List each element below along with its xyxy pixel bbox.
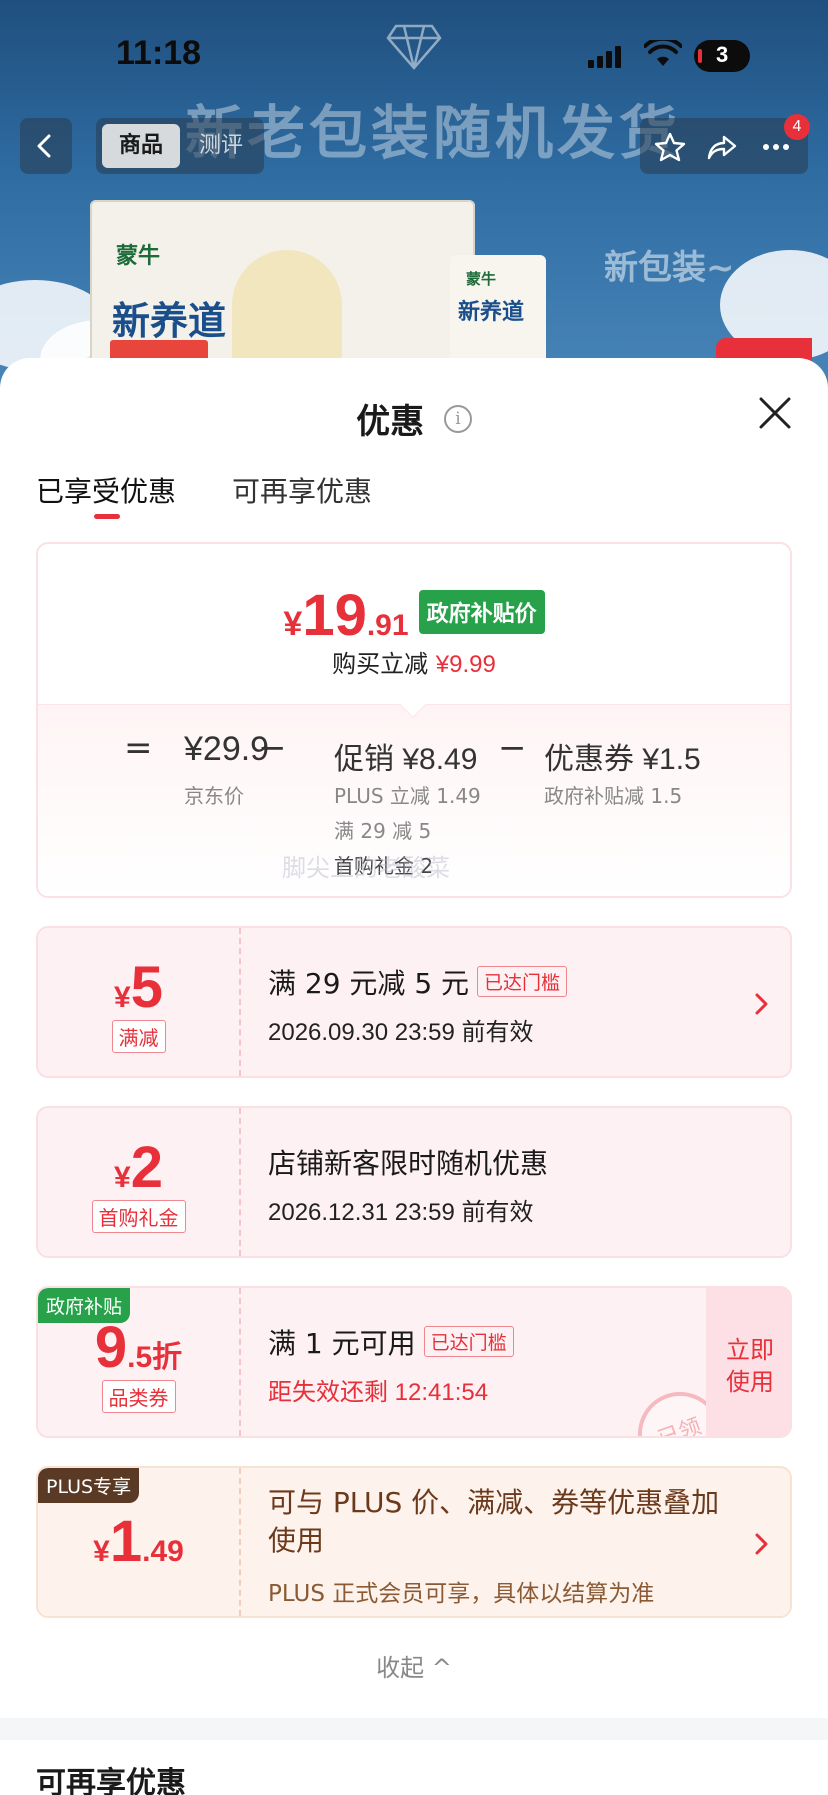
product-hero-background: 新老包装随机发货 新包装~ 蒙牛 新养道 蒙牛 新养道 11:18 3 商品 测… [0, 0, 828, 400]
coupon-currency: ¥ [114, 981, 131, 1014]
coupon-expiry: 2026.09.30 23:59 前有效 [268, 1019, 534, 1046]
more-discounts-section-title: 可再享优惠 [36, 1766, 186, 1795]
info-icon[interactable]: i [443, 404, 472, 433]
coupon-currency: ¥ [93, 1535, 110, 1568]
final-price: ¥19.91 政府补贴价 [38, 582, 790, 649]
coupon-discount-number: 9 [94, 1315, 128, 1380]
chevron-right-icon[interactable] [752, 1530, 772, 1558]
coupon-currency: ¥ [114, 1161, 131, 1194]
coupon-type: 满减 [38, 1020, 239, 1053]
threshold-met-badge: 已达门槛 [423, 1326, 514, 1357]
coupon-value: ¥2 [38, 1134, 239, 1201]
chevron-left-icon [37, 134, 51, 158]
minus-sign: − [498, 728, 527, 768]
tab-review[interactable]: 测评 [188, 124, 254, 168]
coupon-expiry: 2026.12.31 23:59 前有效 [268, 1199, 534, 1226]
price-currency: ¥ [283, 605, 303, 643]
coupon-type-label: 首购礼金 [91, 1200, 186, 1233]
instant-discount-amount: ¥9.99 [435, 651, 496, 678]
close-icon[interactable] [758, 396, 792, 430]
coupon-value: ¥5 [38, 954, 239, 1021]
coupon-title: 满 29 元减 5 元已达门槛 [268, 962, 568, 1002]
price-integer: 19 [302, 583, 367, 648]
coupon-type: 首购礼金 [38, 1200, 239, 1233]
threshold-met-badge: 已达门槛 [477, 966, 568, 997]
collapse-button[interactable]: 收起 ^ [0, 1648, 828, 1683]
battery-percent: 3 [716, 42, 729, 67]
star-favorite-icon[interactable] [654, 131, 686, 163]
more-badge: 4 [784, 114, 810, 140]
coupon-discount-decimal: .5折 [127, 1341, 183, 1374]
active-tab-indicator [94, 514, 120, 519]
coupon-card-category-discount[interactable]: 政府补贴 9.5折 品类券 满 1 元可用 已达门槛 距失效还剩 12:41:54… [36, 1286, 792, 1438]
coupon-type-label: 满减 [111, 1020, 166, 1053]
discount-sheet: 优惠 i 已享受优惠 可再享优惠 ¥19.91 政府补贴价 购买立减 ¥9.99 … [0, 358, 828, 1795]
coupon-title-text: 满 1 元可用 [268, 1327, 416, 1360]
coupon-type: 品类券 [38, 1380, 239, 1413]
gov-subsidy-badge: 政府补贴价 [418, 590, 545, 634]
wifi-icon [644, 40, 682, 66]
watermark-text: 脚尖上的老酸菜 [282, 854, 450, 882]
coupon-title: 满 1 元可用 已达门槛 [268, 1322, 514, 1362]
background-new-pack-label: 新包装~ [604, 248, 735, 288]
minus-sign: − [258, 728, 287, 768]
coupon-title-text: 店铺新客限时随机优惠 [268, 1147, 549, 1180]
coupon-amount: 1 [109, 1509, 143, 1574]
battery-level-bar [698, 49, 702, 63]
coupon-divider [239, 1288, 241, 1436]
instant-discount-label: 购买立减 [332, 650, 429, 678]
coupon-title-text: 满 29 元减 5 元 [268, 967, 470, 1000]
coupon-amount: 优惠券 ¥1.5 [544, 743, 701, 776]
nav-action-group: 4 [640, 114, 810, 174]
use-now-button[interactable]: 立即使用 [706, 1288, 790, 1436]
use-now-label: 立即使用 [726, 1336, 774, 1396]
equals-sign: = [124, 728, 153, 768]
signal-icon [588, 46, 621, 68]
plus-exclusive-corner-tag: PLUS专享 [38, 1468, 140, 1503]
promo-amount: 促销 ¥8.49 [334, 743, 478, 776]
plus-description: 可与 PLUS 价、满减、券等优惠叠加使用 [268, 1486, 720, 1557]
product-name-small: 新养道 [458, 300, 525, 325]
tab-product[interactable]: 商品 [102, 124, 180, 168]
coupon-decimal: .49 [142, 1535, 184, 1568]
coupon-value: 9.5折 [38, 1314, 239, 1381]
battery-indicator: 3 [694, 40, 750, 72]
tab-more-discounts[interactable]: 可再享优惠 [232, 470, 372, 510]
instant-discount: 购买立减 ¥9.99 [38, 644, 790, 679]
coupon-divider [239, 1468, 241, 1616]
tab-enjoyed-discounts[interactable]: 已享受优惠 [36, 470, 176, 510]
chevron-right-icon[interactable] [752, 990, 772, 1018]
price-summary-card: ¥19.91 政府补贴价 购买立减 ¥9.99 = ¥29.9 京东价 − 促销 … [36, 542, 792, 898]
sheet-header: 优惠 i [0, 394, 828, 443]
coupon-card-first-purchase-gift[interactable]: ¥2 首购礼金 店铺新客限时随机优惠 2026.12.31 23:59 前有效 [36, 1106, 792, 1258]
status-time: 11:18 [116, 34, 202, 72]
jd-price: ¥29.9 [184, 730, 270, 768]
share-icon[interactable] [706, 131, 738, 163]
coupon-card-plus[interactable]: PLUS专享 ¥1.49 可与 PLUS 价、满减、券等优惠叠加使用 PLUS … [36, 1466, 792, 1618]
jd-price-label: 京东价 [184, 784, 244, 808]
product-brand-small: 蒙牛 [466, 270, 497, 288]
back-button[interactable] [20, 118, 72, 174]
diamond-icon [386, 24, 442, 70]
coupon-value: ¥1.49 [38, 1508, 239, 1575]
coupon-divider [239, 928, 241, 1076]
coupon-type-label: 品类券 [101, 1380, 176, 1413]
promo-line-full-reduction: 满 29 减 5 [334, 819, 432, 843]
product-name: 新养道 [112, 299, 227, 343]
price-decimal: .91 [366, 609, 409, 642]
coupon-amount: 5 [130, 955, 163, 1020]
coupon-line-gov: 政府补贴减 1.5 [544, 784, 683, 808]
coupon-divider [239, 1108, 241, 1256]
plus-note: PLUS 正式会员可享，具体以结算为准 [268, 1581, 655, 1607]
sheet-title: 优惠 [356, 402, 425, 442]
product-tab-switcher: 商品 测评 [96, 118, 264, 174]
product-brand: 蒙牛 [116, 244, 161, 269]
promo-line-plus: PLUS 立减 1.49 [334, 784, 481, 808]
coupon-amount: 2 [130, 1135, 163, 1200]
coupon-countdown: 距失效还剩 12:41:54 [268, 1379, 489, 1406]
coupon-card-full-reduction[interactable]: ¥5 满减 满 29 元减 5 元已达门槛 2026.09.30 23:59 前… [36, 926, 792, 1078]
section-separator [0, 1718, 828, 1740]
